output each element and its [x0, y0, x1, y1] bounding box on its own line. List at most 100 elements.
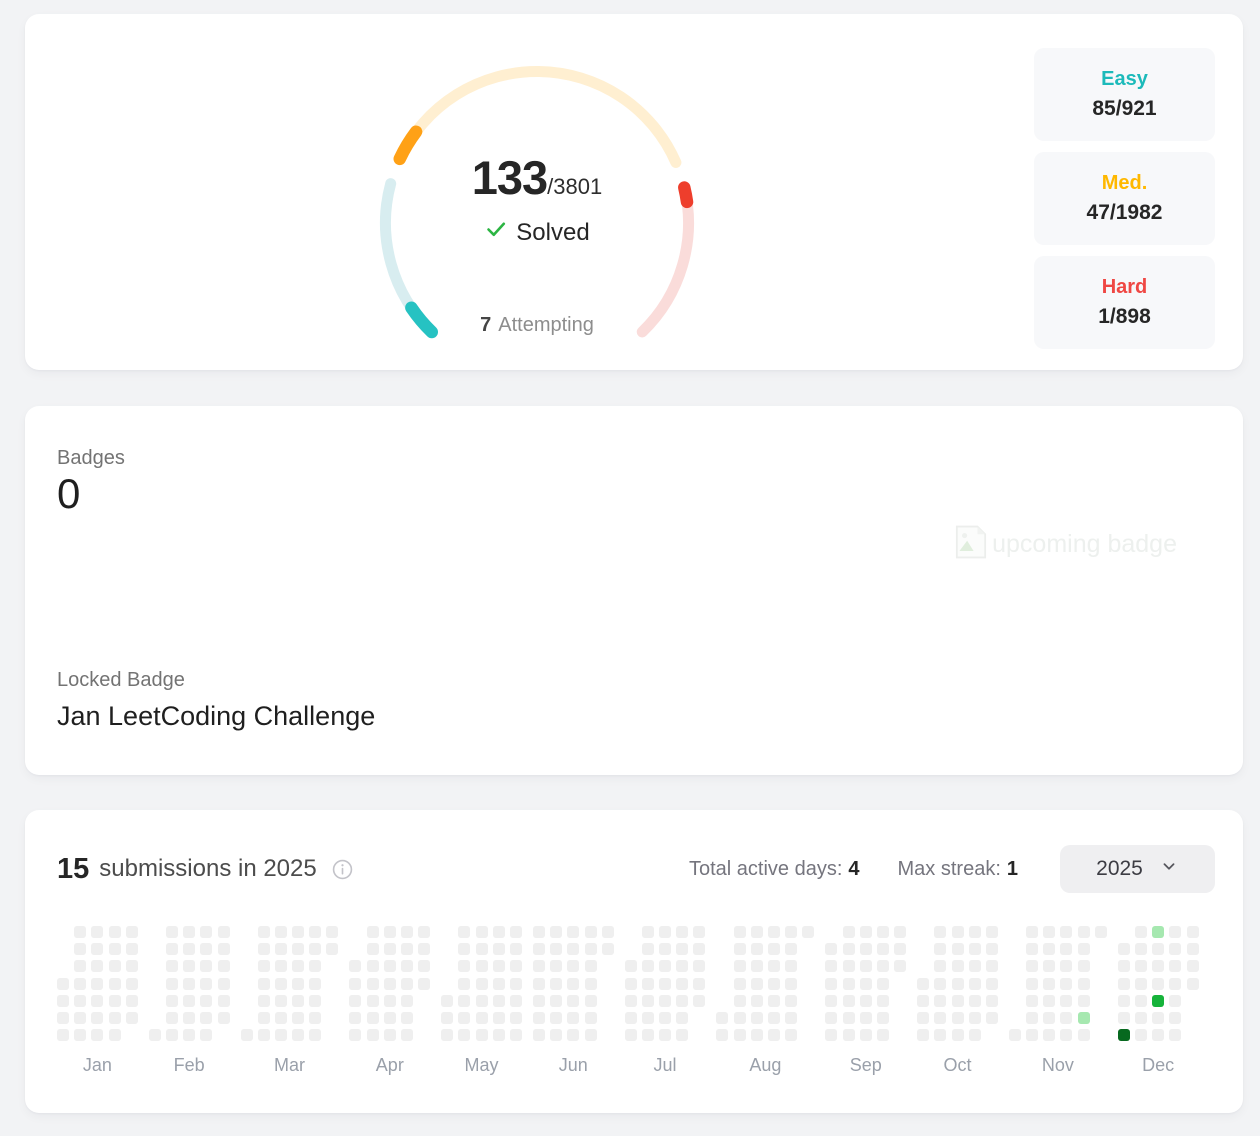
heatmap-cell [108, 977, 121, 990]
heatmap-cell [349, 960, 362, 973]
heatmap-cell [659, 1011, 672, 1024]
heatmap-month-label: Jan [82, 1055, 112, 1076]
heatmap-week-column [309, 926, 322, 1042]
heatmap-cell [1026, 926, 1039, 938]
heatmap-cell [1026, 960, 1039, 973]
heatmap-week-column [842, 926, 855, 1042]
badges-count: 0 [57, 470, 81, 517]
heatmap-cell [584, 960, 597, 973]
heatmap-cell [165, 977, 178, 990]
easy-value: 85/921 [1092, 97, 1157, 120]
heatmap-cell [349, 994, 362, 1007]
heatmap-cell [641, 926, 654, 938]
heatmap-week-column [458, 926, 471, 1042]
upcoming-badge-text: upcoming badge [992, 530, 1177, 558]
heatmap-cell [1186, 926, 1199, 938]
heatmap-cell [768, 960, 780, 973]
heatmap-cell [1152, 943, 1165, 956]
submissions-title-text: submissions in 2025 [99, 855, 317, 882]
difficulty-box-easy: Easy 85/921 [1034, 48, 1215, 141]
heatmap-week-column [274, 926, 287, 1042]
heatmap-week-column [1117, 926, 1130, 1042]
heatmap-week-column [532, 926, 545, 1042]
max-streak-label: Max streak: [897, 857, 1001, 880]
heatmap-cell [108, 994, 121, 1007]
heatmap-month-label: Jun [558, 1055, 588, 1076]
heatmap-month-sep: Sep [825, 926, 907, 1076]
heatmap-cell [1117, 977, 1130, 990]
heatmap-cell [1152, 960, 1165, 973]
heatmap-cell [91, 1011, 104, 1024]
heatmap-month-label: Feb [173, 1055, 205, 1076]
heatmap-cell [876, 943, 889, 956]
heatmap-month-grid [441, 926, 522, 1042]
submissions-header: 15 submissions in 2025 Total active days… [57, 844, 1215, 894]
heatmap-cell [825, 994, 838, 1007]
heatmap-cell [475, 943, 488, 956]
heatmap-cell [532, 977, 545, 990]
heatmap-cell [550, 943, 563, 956]
year-selector-dropdown[interactable]: 2025 [1060, 845, 1215, 893]
heatmap-week-column [917, 926, 930, 1042]
solved-count-line: 133/3801 [387, 150, 687, 205]
heatmap-cell [349, 1029, 362, 1042]
heatmap-cell [676, 926, 689, 938]
heatmap-cell [309, 1011, 322, 1024]
heatmap-cell [1077, 960, 1090, 973]
heatmap-cell [934, 960, 947, 973]
heatmap-cell [859, 994, 872, 1007]
heatmap-cell [183, 977, 196, 990]
heatmap-cell [567, 977, 580, 990]
heatmap-cell [217, 1011, 230, 1024]
heatmap-month-grid [148, 926, 230, 1042]
heatmap-cell [532, 994, 545, 1007]
heatmap-cell [366, 1011, 379, 1024]
heatmap-month-grid [532, 926, 614, 1042]
heatmap-cell [1026, 1011, 1039, 1024]
heatmap-cell [74, 1011, 87, 1024]
heatmap-month-label: Mar [273, 1055, 305, 1076]
heatmap-cell [716, 1011, 729, 1024]
heatmap-cell [183, 1029, 196, 1042]
heatmap-cell [951, 977, 964, 990]
heatmap-month-label: Aug [749, 1055, 782, 1076]
heatmap-week-column [825, 926, 838, 1042]
heatmap-cell [733, 1029, 746, 1042]
heatmap-week-column [676, 926, 689, 1042]
heatmap-cell [492, 960, 505, 973]
heatmap-cell [1169, 1011, 1182, 1024]
hard-label: Hard [1101, 276, 1148, 298]
info-icon[interactable] [331, 858, 354, 881]
heatmap-week-column [785, 926, 798, 1042]
heatmap-week-column [733, 926, 746, 1042]
heatmap-cell [532, 1029, 545, 1042]
heatmap-month-mar: Mar [240, 926, 339, 1076]
heatmap-cell [200, 1029, 213, 1042]
heatmap-cell [550, 994, 563, 1007]
heatmap-cell [859, 1029, 872, 1042]
heatmap-month-label: May [464, 1055, 499, 1076]
heatmap-cell [418, 977, 431, 990]
heatmap-cell [1169, 1029, 1182, 1042]
heatmap-cell [1008, 1029, 1021, 1042]
heatmap-week-column [1152, 926, 1165, 1042]
heatmap-cell [1043, 977, 1056, 990]
heatmap-cell [1169, 960, 1182, 973]
heatmap-month-label: Jul [653, 1055, 677, 1076]
heatmap-cell [825, 1011, 838, 1024]
heatmap-cell [951, 926, 964, 938]
heatmap-cell [676, 1011, 689, 1024]
heatmap-week-column [183, 926, 196, 1042]
heatmap-cell [842, 994, 855, 1007]
badges-title: Badges [57, 447, 125, 469]
total-active-days-value: 4 [848, 857, 860, 880]
heatmap-cell [676, 1029, 689, 1042]
heatmap-cell [108, 1011, 121, 1024]
heatmap-cell [125, 994, 138, 1007]
heatmap-cell [768, 1029, 780, 1042]
heatmap-cell [1186, 960, 1199, 973]
submission-heatmap: Jan Feb Mar Apr May Jun Jul Aug Sep Oct Nov Dec [57, 926, 1199, 1076]
heatmap-cell [768, 926, 780, 938]
heatmap-cell [1186, 977, 1199, 990]
heatmap-cell [125, 1011, 138, 1024]
